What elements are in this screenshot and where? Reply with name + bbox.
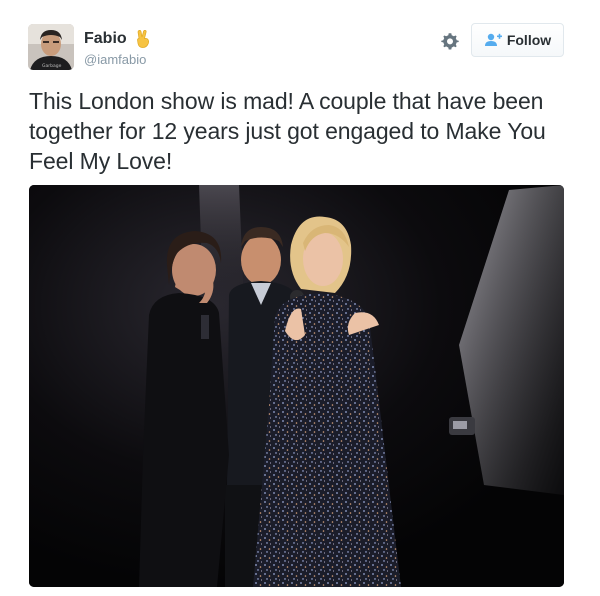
avatar-image: Garbage [28,24,74,70]
follow-button-label: Follow [506,32,552,48]
follow-button[interactable]: Follow [471,23,564,57]
concert-photo [29,185,564,587]
tweet-card: Garbage Fabio @iamfabio Follow This Lond… [0,0,600,596]
display-name[interactable]: Fabio [84,30,127,48]
tweet-photo[interactable] [29,185,564,587]
avatar[interactable]: Garbage [28,24,74,70]
user-handle[interactable]: @iamfabio [84,52,146,67]
peace-hand-icon [133,29,153,49]
avatar-shirt-text: Garbage [42,63,62,69]
tweet-text: This London show is mad! A couple that h… [29,88,546,174]
gear-icon[interactable] [440,31,460,51]
name-row: Fabio [84,29,153,49]
add-user-icon [484,33,502,47]
